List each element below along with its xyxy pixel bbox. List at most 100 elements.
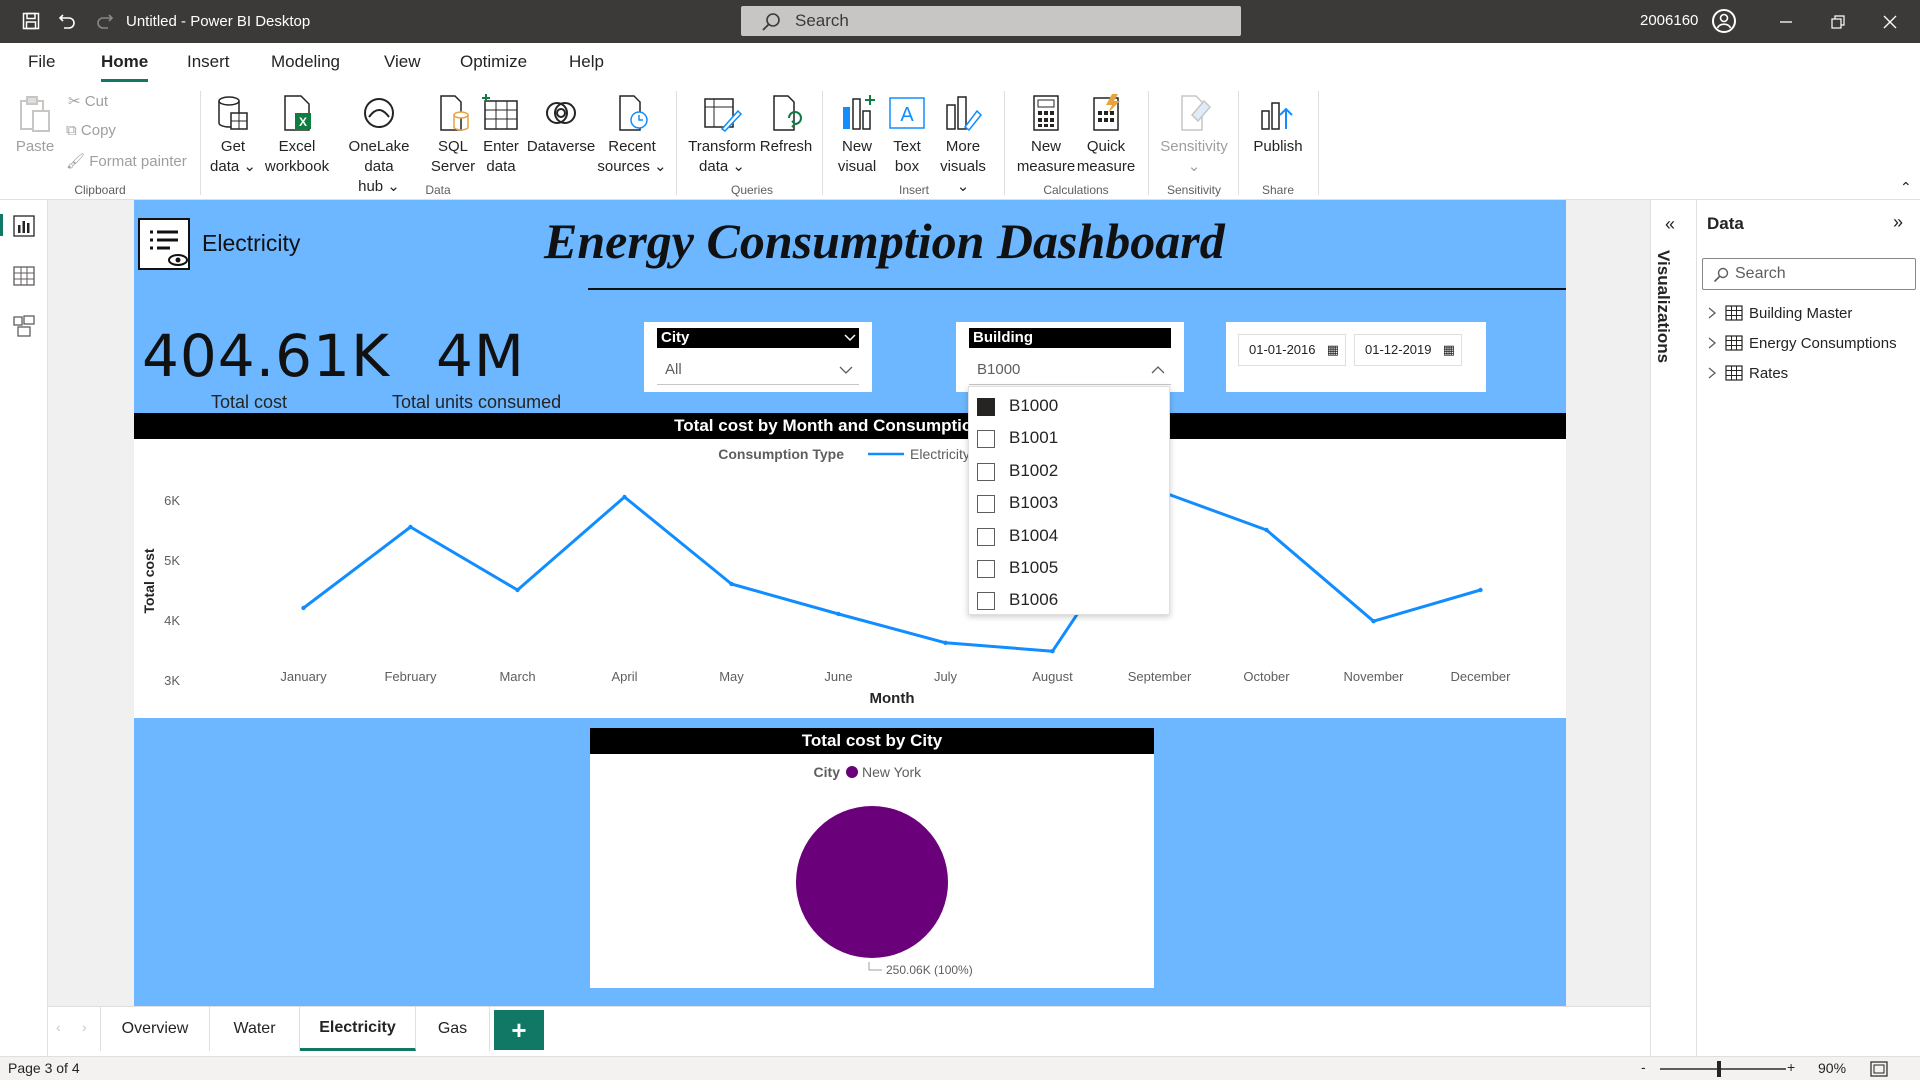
data-point[interactable]	[622, 494, 627, 500]
checkbox[interactable]	[977, 560, 995, 578]
checkbox[interactable]	[977, 592, 995, 611]
tab-home[interactable]: Home	[101, 52, 149, 82]
field-table[interactable]: Energy Consumptions	[1707, 334, 1917, 354]
copy-button[interactable]: ⧉ Copy	[66, 122, 116, 139]
data-point[interactable]	[943, 640, 948, 645]
checkbox[interactable]	[977, 430, 995, 449]
tab-modeling[interactable]: Modeling	[271, 52, 340, 72]
building-option-label: B1002	[1009, 460, 1059, 480]
get-data-button[interactable]: Get data ⌄	[208, 93, 258, 177]
transform-data-button[interactable]: Transform data ⌄	[686, 93, 758, 177]
text-box-button[interactable]: A Text box	[886, 93, 928, 177]
tab-help[interactable]: Help	[569, 52, 604, 72]
building-option[interactable]: B1005	[977, 557, 1157, 583]
line-chart-visual[interactable]: Total cost by Month and Consumption Type…	[134, 413, 1566, 718]
page-tab-overview[interactable]: Overview	[100, 1007, 210, 1051]
chevron-left-icon[interactable]: ‹	[56, 1019, 61, 1035]
legend-title: City	[814, 764, 841, 780]
undo-icon[interactable]	[56, 10, 78, 32]
refresh-button[interactable]: Refresh	[758, 93, 814, 157]
add-page-button[interactable]: +	[494, 1010, 544, 1050]
model-view-icon[interactable]	[12, 314, 36, 338]
new-visual-icon	[843, 95, 875, 130]
onelake-hub-button[interactable]: OneLake data hub ⌄	[333, 93, 425, 197]
data-point[interactable]	[1264, 527, 1269, 533]
data-point[interactable]	[301, 605, 306, 611]
data-point[interactable]	[729, 581, 734, 587]
avatar-icon[interactable]	[1712, 9, 1736, 33]
page-tab-electricity[interactable]: Electricity	[300, 1007, 416, 1051]
dataverse-button[interactable]: Dataverse	[526, 93, 596, 157]
data-point[interactable]	[1050, 649, 1055, 654]
page-tab-water[interactable]: Water	[210, 1007, 300, 1051]
report-view-icon[interactable]	[12, 214, 36, 238]
collapse-ribbon-icon[interactable]: ⌃	[1900, 179, 1912, 196]
quick-measure-button[interactable]: Quick measure	[1076, 93, 1136, 177]
tab-insert[interactable]: Insert	[187, 52, 230, 72]
save-icon[interactable]	[20, 10, 42, 32]
building-slicer-dropdown[interactable]: B1000	[969, 355, 1171, 385]
zoom-in-button[interactable]: +	[1787, 1059, 1795, 1075]
text-box-icon: A	[889, 97, 925, 129]
publish-button[interactable]: Publish	[1248, 93, 1308, 157]
building-option[interactable]: B1003	[977, 492, 1157, 518]
tab-file[interactable]: File	[28, 52, 55, 72]
building-option[interactable]: B1001	[977, 427, 1157, 453]
building-option[interactable]: B1006	[977, 589, 1157, 615]
visualizations-pane-label[interactable]: Visualizations	[1653, 250, 1673, 363]
report-header: Electricity Energy Consumption Dashboard	[134, 200, 1566, 290]
title-search-box[interactable]: Search	[741, 6, 1241, 36]
minimize-icon[interactable]	[1766, 8, 1806, 36]
data-point[interactable]	[408, 524, 413, 530]
fit-to-page-icon[interactable]	[1870, 1061, 1888, 1077]
new-measure-button[interactable]: New measure	[1014, 93, 1078, 177]
field-table[interactable]: Rates	[1707, 364, 1917, 384]
data-point[interactable]	[836, 611, 841, 617]
new-visual-button[interactable]: New visual	[834, 93, 880, 177]
expand-pane-icon[interactable]: «	[1665, 214, 1675, 235]
tab-optimize[interactable]: Optimize	[460, 52, 527, 72]
restore-icon[interactable]	[1818, 8, 1858, 36]
svg-text:A: A	[900, 104, 914, 126]
zoom-out-button[interactable]: -	[1641, 1059, 1646, 1075]
zoom-slider-thumb[interactable]	[1716, 1061, 1721, 1077]
cut-button[interactable]: ✂ Cut	[68, 92, 108, 110]
sensitivity-button[interactable]: Sensitivity ⌄	[1156, 93, 1232, 177]
chevron-right-icon[interactable]	[1707, 336, 1717, 350]
collapse-pane-icon[interactable]: »	[1893, 212, 1903, 233]
city-slicer-dropdown[interactable]: All	[657, 355, 859, 385]
chevron-right-icon[interactable]: ›	[82, 1019, 87, 1035]
field-table[interactable]: Building Master	[1707, 304, 1917, 324]
table-view-icon[interactable]	[12, 264, 36, 288]
building-option[interactable]: B1002	[977, 460, 1157, 486]
data-point[interactable]	[1371, 619, 1376, 624]
checkbox[interactable]	[977, 462, 995, 481]
pie-chart-visual[interactable]: Total cost by City City New York 250.06K (…	[590, 728, 1154, 988]
more-visuals-button[interactable]: More visuals ⌄	[932, 93, 994, 197]
data-point[interactable]	[515, 587, 520, 593]
redo-icon[interactable]	[94, 10, 116, 32]
tab-view[interactable]: View	[384, 52, 421, 72]
paste-button[interactable]: Paste	[14, 93, 56, 157]
checkbox[interactable]	[977, 495, 995, 514]
building-option[interactable]: B1000	[977, 395, 1157, 421]
enter-data-button[interactable]: Enter data	[480, 93, 522, 177]
start-date-input[interactable]: 01-01-2016 ▦	[1238, 334, 1346, 366]
pie-slice[interactable]	[796, 806, 948, 958]
checkbox-checked[interactable]	[977, 398, 995, 416]
building-option[interactable]: B1004	[977, 525, 1157, 551]
table-icon	[1725, 365, 1743, 381]
recent-sources-button[interactable]: Recent sources ⌄	[596, 93, 668, 177]
chevron-right-icon[interactable]	[1707, 306, 1717, 320]
checkbox[interactable]	[977, 527, 995, 546]
format-painter-button[interactable]: 🖌 Format painter	[66, 152, 187, 170]
sql-server-button[interactable]: SQL Server	[428, 93, 478, 177]
page-tab-gas[interactable]: Gas	[416, 1007, 490, 1051]
zoom-slider[interactable]	[1660, 1068, 1786, 1070]
excel-workbook-button[interactable]: X Excel workbook	[262, 93, 332, 177]
chevron-right-icon[interactable]	[1707, 366, 1717, 380]
end-date-input[interactable]: 01-12-2019 ▦	[1354, 334, 1462, 366]
data-point[interactable]	[1478, 587, 1483, 593]
data-search-input[interactable]: Search	[1702, 258, 1916, 290]
close-icon[interactable]	[1870, 8, 1910, 36]
